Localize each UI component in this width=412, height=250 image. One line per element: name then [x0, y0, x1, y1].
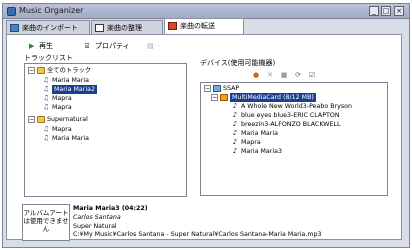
maximize-button[interactable]: □ [381, 6, 391, 16]
properties-icon: ⌸ [85, 42, 90, 50]
delete-icon: ✕ [267, 71, 273, 79]
music-file-icon: ♫ [42, 103, 50, 111]
play-button[interactable]: ▶ 再生 [29, 41, 53, 52]
list-icon: ▤ [147, 42, 154, 50]
track-file-path: C:¥My Music¥Carlos Santana - Super Natur… [73, 231, 322, 238]
music-file-icon: ♫ [42, 94, 50, 102]
disabled-label: - [157, 42, 160, 50]
properties-button[interactable]: ⌸ プロパティ [85, 41, 130, 52]
memory-card-icon [220, 94, 228, 101]
tree-item-track[interactable]: Mapra [52, 103, 72, 112]
import-icon [10, 24, 19, 32]
expand-toggle[interactable]: − [28, 116, 35, 123]
track-artist: Carlos Santana [73, 214, 121, 221]
properties-label: プロパティ [95, 42, 130, 50]
tree-item-device-track[interactable]: Maria Maria [241, 129, 278, 138]
delete-button[interactable]: ✕ [264, 70, 276, 81]
music-file-icon: ♫ [42, 134, 50, 142]
tab-organize-label: 楽曲の整理 [107, 24, 142, 32]
tab-import-label: 楽曲のインポート [22, 24, 78, 32]
transfer-button[interactable]: ● [250, 70, 262, 81]
transfer-icon [168, 22, 177, 30]
tree-item-device-track[interactable]: Maria Maria3 [241, 147, 282, 156]
organize-icon [95, 24, 104, 32]
folder-icon [37, 116, 45, 123]
play-label: 再生 [39, 42, 53, 50]
device-list-label: デバイス(使用可能機器) [200, 59, 276, 67]
music-file-icon: ♫ [42, 76, 50, 84]
tree-item-device-track[interactable]: breezin3-ALFONZO BLACKWELL [241, 120, 340, 129]
device-properties-icon: ☑ [308, 71, 316, 79]
expand-toggle[interactable]: − [211, 94, 218, 101]
music-file-icon: ♫ [42, 85, 50, 93]
disabled-toolbar-button[interactable]: ▤ - [147, 41, 160, 52]
expand-toggle[interactable]: − [204, 85, 211, 92]
music-note-icon: ♪ [232, 147, 238, 155]
tab-transfer[interactable]: 楽曲の転送 [164, 18, 244, 35]
tree-item-memory-card[interactable]: MultiMediaCard (8/12 MB) [230, 93, 316, 102]
track-list-tree[interactable]: − 全てのトラック ♫ Maria Maria ♫ Maria Maria2 ♫… [24, 63, 187, 197]
refresh-button[interactable]: ⟳ [292, 70, 304, 81]
close-button[interactable]: × [394, 6, 404, 16]
tree-item-track-selected[interactable]: Maria Maria2 [52, 85, 97, 94]
music-file-icon: ♫ [42, 125, 50, 133]
app-icon [7, 7, 16, 16]
tree-item-device[interactable]: SSAP [223, 84, 239, 93]
music-note-icon: ♪ [232, 138, 238, 146]
track-title: Maria Maria3 (04:22) [73, 205, 148, 212]
refresh-icon: ⟳ [295, 71, 301, 79]
tree-item-track[interactable]: Mapra [52, 94, 72, 103]
window-title: Music Organizer [19, 6, 84, 15]
tree-item-track[interactable]: Maria Maria [52, 76, 89, 85]
tree-item-device-track[interactable]: Mapra [241, 138, 261, 147]
tree-item-album[interactable]: Supernatural [47, 115, 88, 124]
expand-toggle[interactable]: − [28, 67, 35, 74]
music-note-icon: ♪ [232, 102, 238, 110]
device-tree[interactable]: − SSAP − MultiMediaCard (8/12 MB) ♪ A Wh… [200, 82, 388, 196]
play-icon: ▶ [29, 42, 35, 50]
tab-import[interactable]: 楽曲のインポート [6, 20, 90, 35]
tab-organize[interactable]: 楽曲の整理 [91, 20, 163, 35]
tree-item-device-track[interactable]: A Whole New World3-Peabo Bryson [241, 102, 352, 111]
device-icon [213, 85, 221, 92]
stop-icon: ■ [280, 71, 288, 79]
device-properties-button[interactable]: ☑ [306, 70, 318, 81]
folder-icon [37, 67, 45, 74]
tab-transfer-label: 楽曲の転送 [180, 22, 215, 30]
album-art-placeholder: アルバムアートは使用できません [22, 204, 70, 241]
tree-item-track[interactable]: Maria Maria [52, 134, 89, 143]
stop-button[interactable]: ■ [278, 70, 290, 81]
tree-item-all-tracks[interactable]: 全てのトラック [47, 66, 91, 75]
minimize-button[interactable]: _ [369, 6, 379, 16]
music-note-icon: ♪ [232, 129, 238, 137]
title-bar: Music Organizer _ □ × [3, 4, 409, 19]
record-icon: ● [252, 71, 260, 79]
music-note-icon: ♪ [232, 120, 238, 128]
track-list-label: トラックリスト [24, 54, 73, 62]
tree-item-track[interactable]: Mapra [52, 125, 72, 134]
music-note-icon: ♪ [232, 111, 238, 119]
tree-item-device-track[interactable]: blue eyes blue3-ERIC CLAPTON [241, 111, 340, 120]
track-album: Super Natural [73, 223, 117, 230]
